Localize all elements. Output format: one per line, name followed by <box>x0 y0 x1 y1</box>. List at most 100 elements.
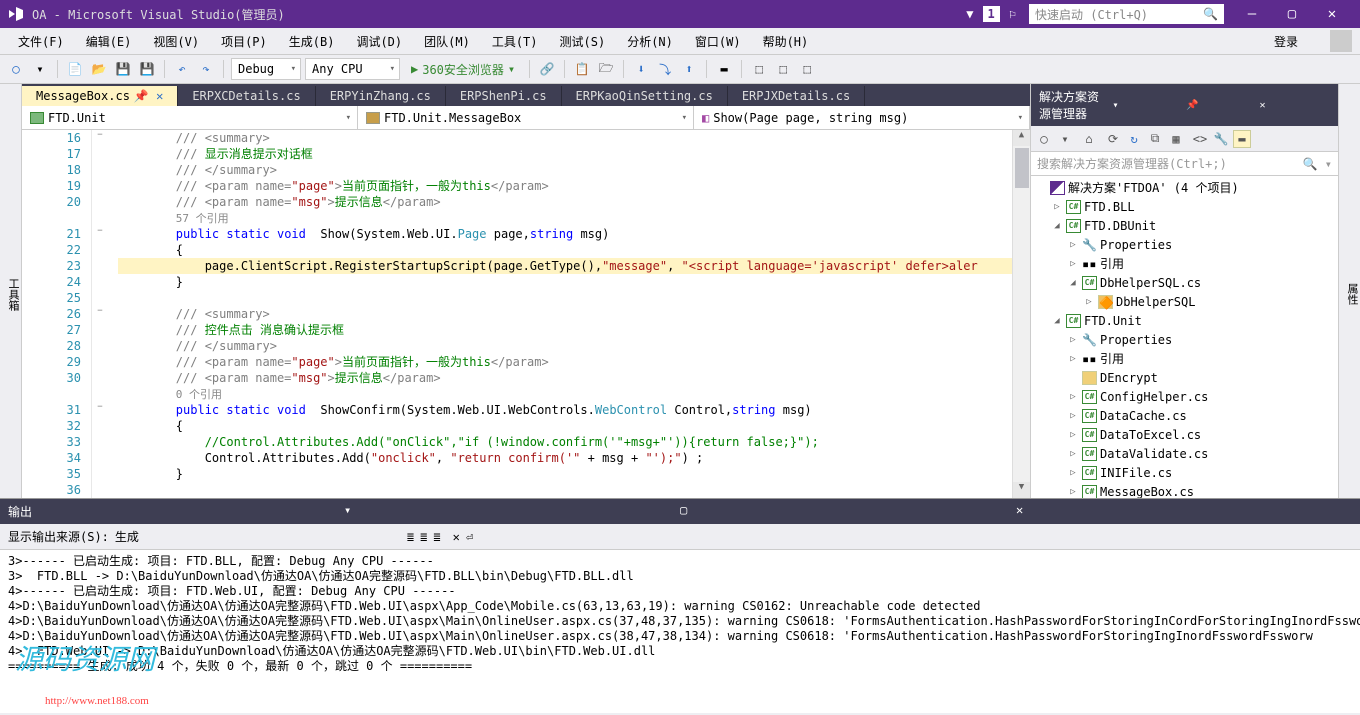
menu-item[interactable]: 团队(M) <box>414 30 480 53</box>
document-tab[interactable]: MessageBox.cs📌 ✕ <box>22 86 178 106</box>
tb-btn-6[interactable]: ⬚ <box>797 59 817 79</box>
tree-row[interactable]: ▷🔧Properties <box>1031 235 1338 254</box>
maximize-button[interactable]: ▢ <box>1272 6 1312 22</box>
out-clear-button[interactable]: ✕ <box>453 530 460 544</box>
document-tab[interactable]: ERPShenPi.cs <box>446 86 562 106</box>
tb-btn-1[interactable]: 📋 <box>572 59 592 79</box>
open-button[interactable]: 📂 <box>89 59 109 79</box>
menu-item[interactable]: 调试(D) <box>346 30 412 53</box>
vertical-scrollbar[interactable]: ▲ ▼ <box>1012 130 1030 498</box>
step-over-button[interactable]: ⤵ <box>655 59 675 79</box>
sol-showall-button[interactable]: ▦ <box>1167 130 1185 148</box>
tb-btn-3[interactable]: ▬ <box>714 59 734 79</box>
redo-button[interactable]: ↷ <box>196 59 216 79</box>
sol-collapse-button[interactable]: ⧉ <box>1146 130 1164 148</box>
output-pin-button[interactable]: ▢ <box>680 503 1016 520</box>
tree-row[interactable]: ▷▪▪引用 <box>1031 349 1338 368</box>
sol-sync-button[interactable]: ⟳ <box>1104 130 1122 148</box>
solution-explorer: 解决方案资源管理器▾📌✕ ◯ ▾ ⌂ ⟳ ↻ ⧉ ▦ <> 🔧 ▬ 搜索解决方案… <box>1031 84 1338 498</box>
save-button[interactable]: 💾 <box>113 59 133 79</box>
properties-tab[interactable]: 属性 <box>1338 84 1360 498</box>
step-into-button[interactable]: ⬇ <box>631 59 651 79</box>
solution-tree[interactable]: 解决方案'FTDOA' (4 个项目)▷C#FTD.BLL◢C#FTD.DBUn… <box>1031 176 1338 498</box>
notification-count[interactable]: 1 <box>983 6 1000 22</box>
step-out-button[interactable]: ⬆ <box>679 59 699 79</box>
platform-combo[interactable]: Any CPU <box>305 58 400 80</box>
namespace-combo[interactable]: FTD.Unit <box>22 106 358 129</box>
undo-button[interactable]: ↶ <box>172 59 192 79</box>
feedback-icon[interactable]: ⚐ <box>1004 6 1021 22</box>
tree-row[interactable]: ▷C#DataToExcel.cs <box>1031 425 1338 444</box>
titlebar: OA - Microsoft Visual Studio(管理员) ▼ 1 ⚐ … <box>0 0 1360 28</box>
sol-refresh-button[interactable]: ↻ <box>1125 130 1143 148</box>
save-all-button[interactable]: 💾 <box>137 59 157 79</box>
panel-dropdown-button[interactable]: ▾ <box>1113 100 1184 111</box>
new-button[interactable]: 📄 <box>65 59 85 79</box>
sol-props-button[interactable]: 🔧 <box>1212 130 1230 148</box>
tree-row[interactable]: 解决方案'FTDOA' (4 个项目) <box>1031 178 1338 197</box>
menu-item[interactable]: 生成(B) <box>279 30 345 53</box>
filter-icon[interactable]: ▼ <box>961 6 978 22</box>
config-combo[interactable]: Debug <box>231 58 301 80</box>
tree-row[interactable]: ◢C#FTD.Unit <box>1031 311 1338 330</box>
menu-item[interactable]: 分析(N) <box>617 30 683 53</box>
output-text[interactable]: 3>------ 已启动生成: 项目: FTD.BLL, 配置: Debug A… <box>0 550 1360 713</box>
tb-btn-5[interactable]: ⬚ <box>773 59 793 79</box>
start-button[interactable]: ▶ 360安全浏览器 ▾ <box>404 58 522 80</box>
sol-preview-button[interactable]: ▬ <box>1233 130 1251 148</box>
out-btn-2[interactable]: ≣ <box>420 530 427 544</box>
menu-item[interactable]: 工具(T) <box>482 30 548 53</box>
tree-row[interactable]: ▷C#DataCache.cs <box>1031 406 1338 425</box>
back-button[interactable]: ◯ <box>6 59 26 79</box>
output-source-combo[interactable]: 生成 <box>115 528 395 545</box>
document-tab[interactable]: ERPJXDetails.cs <box>728 86 865 106</box>
menu-item[interactable]: 帮助(H) <box>753 30 819 53</box>
tree-row[interactable]: ◢C#DbHelperSQL.cs <box>1031 273 1338 292</box>
tree-row[interactable]: ▷C#INIFile.cs <box>1031 463 1338 482</box>
output-dropdown-button[interactable]: ▾ <box>344 503 680 520</box>
tb-btn-4[interactable]: ⬚ <box>749 59 769 79</box>
forward-button[interactable]: ▾ <box>30 59 50 79</box>
tree-row[interactable]: ▷C#FTD.BLL <box>1031 197 1338 216</box>
output-panel: 输出▾▢✕ 显示输出来源(S): 生成 ≣ ≣ ≣ ✕ ⏎ 3>------ 已… <box>0 498 1360 713</box>
menu-item[interactable]: 编辑(E) <box>76 30 142 53</box>
tb-btn-2[interactable]: 🗁 <box>596 59 616 79</box>
browser-link-button[interactable]: 🔗 <box>537 59 557 79</box>
menu-item[interactable]: 文件(F) <box>8 30 74 53</box>
member-combo[interactable]: ◧ Show(Page page, string msg) <box>694 106 1030 129</box>
menu-item[interactable]: 项目(P) <box>211 30 277 53</box>
tree-row[interactable]: ◢C#FTD.DBUnit <box>1031 216 1338 235</box>
output-close-button[interactable]: ✕ <box>1016 503 1352 520</box>
toolbox-tab[interactable]: 工具箱 <box>0 84 22 498</box>
out-btn-1[interactable]: ≣ <box>407 530 414 544</box>
document-tab[interactable]: ERPXCDetails.cs <box>178 86 315 106</box>
panel-close-button[interactable]: ✕ <box>1260 100 1331 111</box>
tree-row[interactable]: ▷▪▪引用 <box>1031 254 1338 273</box>
class-combo[interactable]: FTD.Unit.MessageBox <box>358 106 694 129</box>
document-tab[interactable]: ERPKaoQinSetting.cs <box>562 86 728 106</box>
tree-row[interactable]: ▷C#MessageBox.cs <box>1031 482 1338 498</box>
menu-item[interactable]: 窗口(W) <box>685 30 751 53</box>
menu-item[interactable]: 测试(S) <box>550 30 616 53</box>
tree-row[interactable]: ▷C#ConfigHelper.cs <box>1031 387 1338 406</box>
tree-row[interactable]: ▷C#DataValidate.cs <box>1031 444 1338 463</box>
login-button[interactable]: 登录 <box>1264 30 1328 53</box>
tree-row[interactable]: ▷🔶DbHelperSQL <box>1031 292 1338 311</box>
menu-item[interactable]: 视图(V) <box>143 30 209 53</box>
tree-row[interactable]: DEncrypt <box>1031 368 1338 387</box>
sol-fwd-button[interactable]: ▾ <box>1056 130 1074 148</box>
tree-row[interactable]: ▷🔧Properties <box>1031 330 1338 349</box>
user-icon[interactable] <box>1330 30 1352 52</box>
code-editor[interactable]: 1617181920212223242526272829303132333435… <box>22 130 1030 498</box>
minimize-button[interactable]: — <box>1232 6 1272 22</box>
sol-back-button[interactable]: ◯ <box>1035 130 1053 148</box>
solution-search-input[interactable]: 搜索解决方案资源管理器(Ctrl+;)🔍 ▾ <box>1031 152 1338 176</box>
sol-code-button[interactable]: <> <box>1191 130 1209 148</box>
sol-home-button[interactable]: ⌂ <box>1080 130 1098 148</box>
out-wrap-button[interactable]: ⏎ <box>466 530 473 544</box>
out-btn-3[interactable]: ≣ <box>433 530 440 544</box>
quick-launch-input[interactable]: 快速启动 (Ctrl+Q)🔍 <box>1029 4 1224 24</box>
document-tab[interactable]: ERPYinZhang.cs <box>316 86 446 106</box>
panel-pin-button[interactable]: 📌 <box>1186 100 1257 111</box>
close-button[interactable]: ✕ <box>1312 6 1352 22</box>
